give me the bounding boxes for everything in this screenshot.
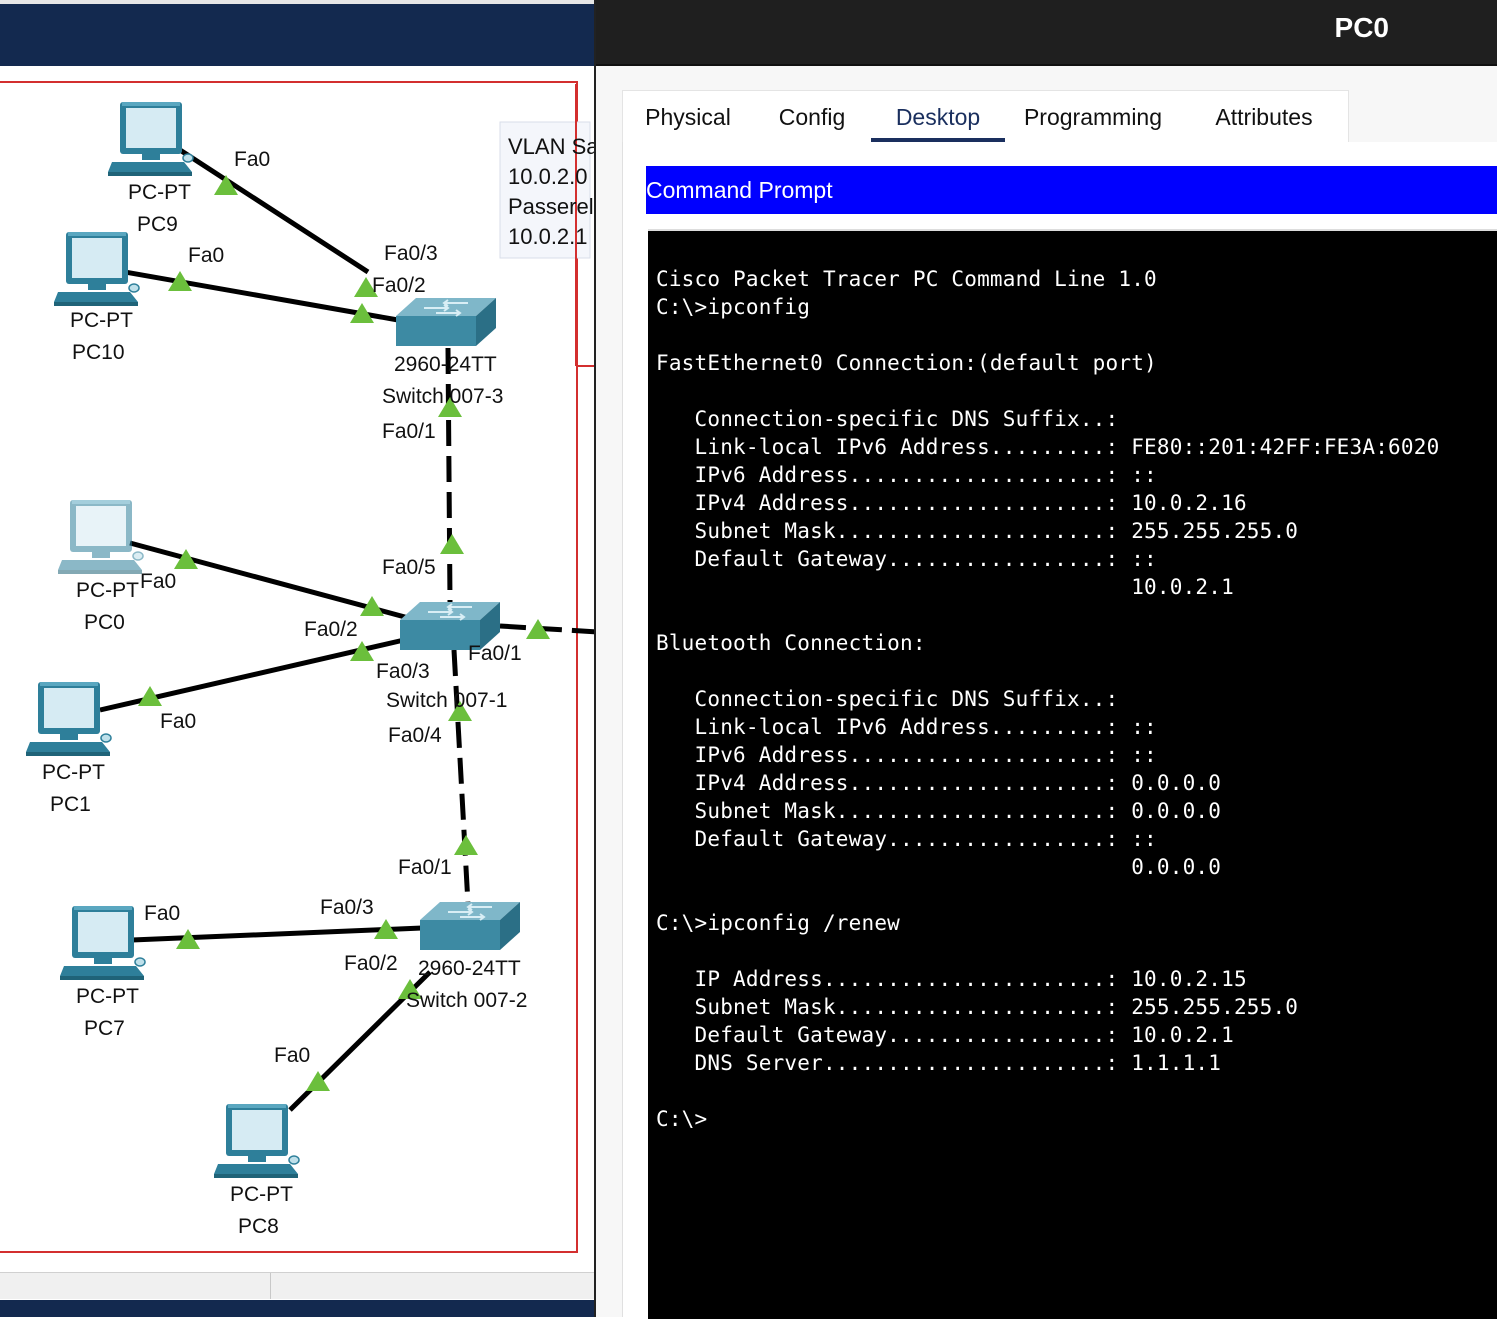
pc10-device[interactable]: PC-PT PC10 <box>53 231 140 364</box>
pc9-model: PC-PT <box>128 181 191 204</box>
workspace-bottom-bar <box>0 1300 598 1317</box>
port-label-sw2-fa02: Fa0/2 <box>344 952 398 975</box>
pc10-name: PC10 <box>72 341 125 364</box>
pc1-name: PC1 <box>50 793 91 816</box>
port-label-sw1-fa04: Fa0/4 <box>388 724 442 747</box>
port-label-pc0-fa0: Fa0 <box>140 570 176 593</box>
pc1-computer-icon[interactable] <box>25 681 112 757</box>
switch-007-2-name: Switch 007-2 <box>406 989 527 1012</box>
port-label-pc10-fa0: Fa0 <box>188 244 224 267</box>
window-title-bar[interactable]: PC0 <box>596 0 1497 66</box>
switch-007-3-name: Switch 007-3 <box>382 385 503 408</box>
pc1-device[interactable]: PC-PT PC1 <box>25 681 112 816</box>
workspace-horizontal-scrollbar[interactable] <box>0 1272 598 1299</box>
pc1-model: PC-PT <box>42 761 105 784</box>
vlan-note-line3: Passerel <box>508 194 594 219</box>
switch-007-2-device[interactable]: 2960-24TT Switch 007-2 <box>406 901 527 1012</box>
topology-workspace[interactable]: VLAN Sa 10.0.2.0 Passerel 10.0.2.1 PC-PT… <box>0 0 598 1317</box>
tab-physical[interactable]: Physical <box>623 91 753 143</box>
port-label-sw2-fa01: Fa0/1 <box>398 856 452 879</box>
switch-007-3-device[interactable]: 2960-24TT Switch 007-3 <box>382 297 503 408</box>
switch-007-2-model: 2960-24TT <box>418 957 521 980</box>
switch-007-1-name: Switch 007-1 <box>386 689 507 712</box>
pc0-model: PC-PT <box>76 579 139 602</box>
pc7-name: PC7 <box>84 1017 125 1040</box>
switch-007-2-icon[interactable] <box>419 901 521 951</box>
pc9-computer-icon[interactable] <box>107 101 194 177</box>
switch-007-3-icon[interactable] <box>395 297 497 347</box>
link-sw1-uplink[interactable] <box>499 623 598 635</box>
pc9-name: PC9 <box>137 213 178 236</box>
port-label-pc8-fa0: Fa0 <box>274 1044 310 1067</box>
port-label-sw1-fa03: Fa0/3 <box>376 660 430 683</box>
pc7-computer-icon[interactable] <box>59 905 146 981</box>
port-label-pc1-fa0: Fa0 <box>160 710 196 733</box>
port-label-sw3-fa03: Fa0/3 <box>384 242 438 265</box>
pc0-computer-icon[interactable] <box>57 499 144 575</box>
pc0-name: PC0 <box>84 611 125 634</box>
tab-attributes[interactable]: Attributes <box>1181 91 1347 143</box>
switch-007-3-model: 2960-24TT <box>394 353 497 376</box>
pc8-device[interactable]: PC-PT PC8 <box>213 1103 300 1238</box>
pc10-model: PC-PT <box>70 309 133 332</box>
tab-programming[interactable]: Programming <box>1005 91 1181 143</box>
pc10-computer-icon[interactable] <box>53 231 140 307</box>
vlan-note-line2: 10.0.2.0 <box>508 164 588 189</box>
pc8-computer-icon[interactable] <box>213 1103 300 1179</box>
port-label-sw1-fa02: Fa0/2 <box>304 618 358 641</box>
port-label-sw1-fa05: Fa0/5 <box>382 556 436 579</box>
port-label-sw3-fa01: Fa0/1 <box>382 420 436 443</box>
terminal-output[interactable]: Cisco Packet Tracer PC Command Line 1.0 … <box>656 265 1439 1133</box>
port-label-pc7-fa0: Fa0 <box>144 902 180 925</box>
vlan-note-line1: VLAN Sa <box>508 134 598 159</box>
topology-canvas[interactable]: VLAN Sa 10.0.2.0 Passerel 10.0.2.1 PC-PT… <box>0 0 598 1317</box>
pc0-device[interactable] <box>57 499 144 575</box>
command-prompt-title: Command Prompt <box>646 177 833 203</box>
command-prompt-terminal[interactable]: Cisco Packet Tracer PC Command Line 1.0 … <box>648 229 1497 1319</box>
scrollbar-divider <box>270 1273 271 1299</box>
pc7-device[interactable]: PC-PT PC7 <box>59 905 146 1040</box>
window-title: PC0 <box>1334 12 1389 43</box>
port-label-pc9-fa0: Fa0 <box>234 148 270 171</box>
pc0-device-window[interactable]: PC0 Physical Config Desktop Programming … <box>594 0 1497 1319</box>
port-label-sw1-fa01: Fa0/1 <box>468 642 522 665</box>
port-label-sw3-fa02: Fa0/2 <box>372 274 426 297</box>
tab-desktop[interactable]: Desktop <box>871 91 1005 143</box>
pc8-model: PC-PT <box>230 1183 293 1206</box>
command-prompt-header: Command Prompt <box>646 166 1497 214</box>
pc7-model: PC-PT <box>76 985 139 1008</box>
port-label-sw2-fa03: Fa0/3 <box>320 896 374 919</box>
vlan-note-line4: 10.0.2.1 <box>508 224 588 249</box>
tab-config[interactable]: Config <box>753 91 871 143</box>
pc9-device[interactable]: PC-PT PC9 <box>107 101 194 236</box>
pc8-name: PC8 <box>238 1215 279 1238</box>
device-tab-bar: Physical Config Desktop Programming Attr… <box>622 90 1349 143</box>
